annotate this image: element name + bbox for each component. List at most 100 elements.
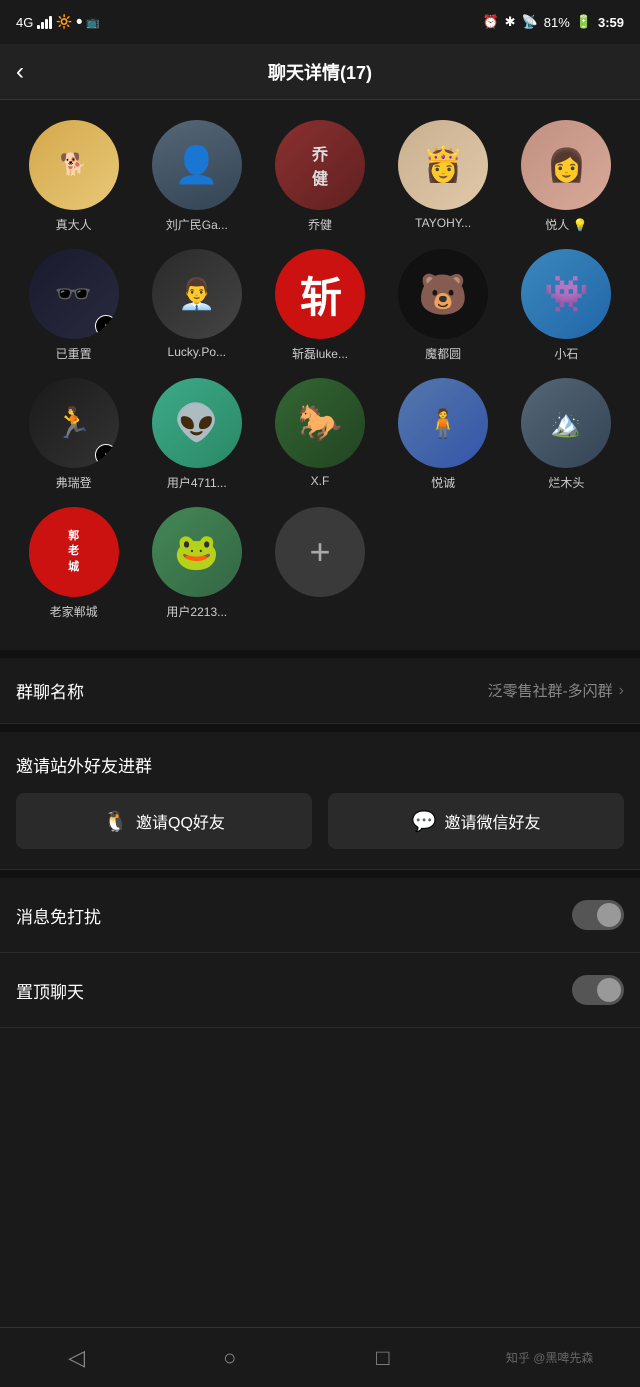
member-item[interactable]: 👨‍💼 Lucky.Po... <box>139 249 254 362</box>
avatar-img: 👤 <box>152 120 242 210</box>
do-not-disturb-row: 消息免打扰 <box>0 878 640 953</box>
wifi-icon: 🔆 <box>56 14 72 30</box>
nav-recents-button[interactable]: □ <box>353 1338 413 1378</box>
member-name: 悦人 💡 <box>521 216 611 233</box>
avatar-kuma[interactable]: 🐻 <box>398 249 488 339</box>
avatar-yuecheng[interactable]: 🧍 <box>398 378 488 468</box>
member-item[interactable]: 🐸 用户2213... <box>139 507 254 620</box>
member-name: 小石 <box>521 345 611 362</box>
member-name: 用户4711... <box>152 474 242 491</box>
member-name: TAYOHY... <box>398 216 488 230</box>
pin-chat-toggle[interactable] <box>572 975 624 1005</box>
bluetooth-icon: ✱ <box>505 14 516 30</box>
avatar-img: 🐸 <box>152 507 242 597</box>
member-name: 用户2213... <box>152 603 242 620</box>
member-item[interactable]: 🐕 真大人 <box>16 120 131 233</box>
member-item[interactable]: 👽 用户4711... <box>139 378 254 491</box>
group-name-row[interactable]: 群聊名称 泛零售社群-多闪群 › <box>0 658 640 724</box>
member-name: 已重置 <box>29 345 119 362</box>
app-icon: 📺 <box>86 16 100 29</box>
add-member-item[interactable]: + <box>262 507 377 620</box>
member-item[interactable]: 乔健 乔健 <box>262 120 377 233</box>
member-item[interactable]: 郭老城 老家郸城 <box>16 507 131 620</box>
group-name-label: 群聊名称 <box>16 678 84 703</box>
avatar-laojia[interactable]: 郭老城 <box>29 507 119 597</box>
add-member-button[interactable]: + <box>275 507 365 597</box>
avatar-xiaoshi[interactable]: 👾 <box>521 249 611 339</box>
section-divider-1 <box>0 650 640 658</box>
status-bar: 4G 🔆 ⏺ 📺 ⏰ ✱ 📡 81% 🔋 3:59 <box>0 0 640 44</box>
avatar-img: 🐎 <box>275 378 365 468</box>
member-name: 刘广民Ga... <box>152 216 242 233</box>
avatar-img: 👾 <box>521 249 611 339</box>
avatar-zhanl[interactable]: 斩 <box>275 249 365 339</box>
member-item[interactable]: 🐎 X.F <box>262 378 377 491</box>
avatar-zhendarenp[interactable]: 🐕 <box>29 120 119 210</box>
alarm-icon: ⏰ <box>482 14 498 30</box>
back-button[interactable]: ‹ <box>16 58 24 86</box>
member-item[interactable]: 🧍 悦诚 <box>386 378 501 491</box>
tiktok-icon: ⏺ <box>77 16 83 29</box>
member-item[interactable]: 斩 斩磊luke... <box>262 249 377 362</box>
member-name: 悦诚 <box>398 474 488 491</box>
avatar-img: 🧍 <box>398 378 488 468</box>
settings-section: 群聊名称 泛零售社群-多闪群 › 邀请站外好友进群 🐧 邀请QQ好友 💬 邀请微… <box>0 658 640 1028</box>
home-nav-icon: ○ <box>223 1345 236 1371</box>
member-name: 魔都圆 <box>398 345 488 362</box>
brand-text: 知乎 @黑啤先森 <box>506 1351 594 1365</box>
member-item[interactable]: 🏔️ 烂木头 <box>509 378 624 491</box>
header: ‹ 聊天详情(17) <box>0 44 640 100</box>
avatar-qiaojian[interactable]: 乔健 <box>275 120 365 210</box>
avatar-yonghu2213[interactable]: 🐸 <box>152 507 242 597</box>
pin-chat-row: 置顶聊天 <box>0 953 640 1028</box>
battery-text: 81% <box>544 15 570 30</box>
group-name-value-container: 泛零售社群-多闪群 › <box>488 680 624 701</box>
avatar-img: 👽 <box>152 378 242 468</box>
avatar-img: 乔健 <box>275 120 365 210</box>
signal-bars <box>37 15 52 29</box>
member-item[interactable]: 🐻 魔都圆 <box>386 249 501 362</box>
member-name: 烂木头 <box>521 474 611 491</box>
recents-nav-icon: □ <box>376 1345 389 1371</box>
invite-wechat-label: 邀请微信好友 <box>444 809 540 833</box>
chevron-right-icon: › <box>619 682 624 700</box>
nav-home-button[interactable]: ○ <box>200 1338 260 1378</box>
brand-watermark: 知乎 @黑啤先森 <box>506 1349 594 1366</box>
member-item[interactable]: 👤 刘广民Ga... <box>139 120 254 233</box>
do-not-disturb-toggle[interactable] <box>572 900 624 930</box>
invite-section: 邀请站外好友进群 🐧 邀请QQ好友 💬 邀请微信好友 <box>0 732 640 870</box>
invite-buttons: 🐧 邀请QQ好友 💬 邀请微信好友 <box>16 793 624 849</box>
avatar-img: 🐕 <box>29 120 119 210</box>
avatar-zhaimutou[interactable]: 🏔️ <box>521 378 611 468</box>
avatar-liuguangmin[interactable]: 👤 <box>152 120 242 210</box>
member-item[interactable]: 👾 小石 <box>509 249 624 362</box>
avatar-lucky[interactable]: 👨‍💼 <box>152 249 242 339</box>
member-name: 老家郸城 <box>29 603 119 620</box>
bottom-nav: ◁ ○ □ 知乎 @黑啤先森 <box>0 1327 640 1387</box>
member-item[interactable]: 👸 TAYOHY... <box>386 120 501 233</box>
avatar-yonghu4711[interactable]: 👽 <box>152 378 242 468</box>
add-icon: + <box>309 531 330 573</box>
invite-wechat-button[interactable]: 💬 邀请微信好友 <box>328 793 624 849</box>
avatar-tayohy[interactable]: 👸 <box>398 120 488 210</box>
wechat-icon: 💬 <box>412 809 437 834</box>
invite-qq-button[interactable]: 🐧 邀请QQ好友 <box>16 793 312 849</box>
member-name: X.F <box>275 474 365 488</box>
avatar-furuiden[interactable]: 🏃 ♪ <box>29 378 119 468</box>
pin-chat-label: 置顶聊天 <box>16 978 84 1003</box>
member-name: 乔健 <box>275 216 365 233</box>
member-item[interactable]: 👩 悦人 💡 <box>509 120 624 233</box>
status-right: ⏰ ✱ 📡 81% 🔋 3:59 <box>482 14 624 30</box>
avatar-chongzhi[interactable]: 🕶️ ♪ <box>29 249 119 339</box>
tiktok-badge2: ♪ <box>95 444 117 466</box>
avatar-yuren[interactable]: 👩 <box>521 120 611 210</box>
do-not-disturb-label: 消息免打扰 <box>16 903 101 928</box>
member-item[interactable]: 🏃 ♪ 弗瑞登 <box>16 378 131 491</box>
avatar-img: 郭老城 <box>29 507 119 597</box>
nav-back-button[interactable]: ◁ <box>47 1338 107 1378</box>
avatar-xf[interactable]: 🐎 <box>275 378 365 468</box>
member-item[interactable]: 🕶️ ♪ 已重置 <box>16 249 131 362</box>
time: 3:59 <box>598 15 624 30</box>
group-name-value: 泛零售社群-多闪群 <box>488 680 613 701</box>
cast-icon: 📡 <box>522 14 538 30</box>
